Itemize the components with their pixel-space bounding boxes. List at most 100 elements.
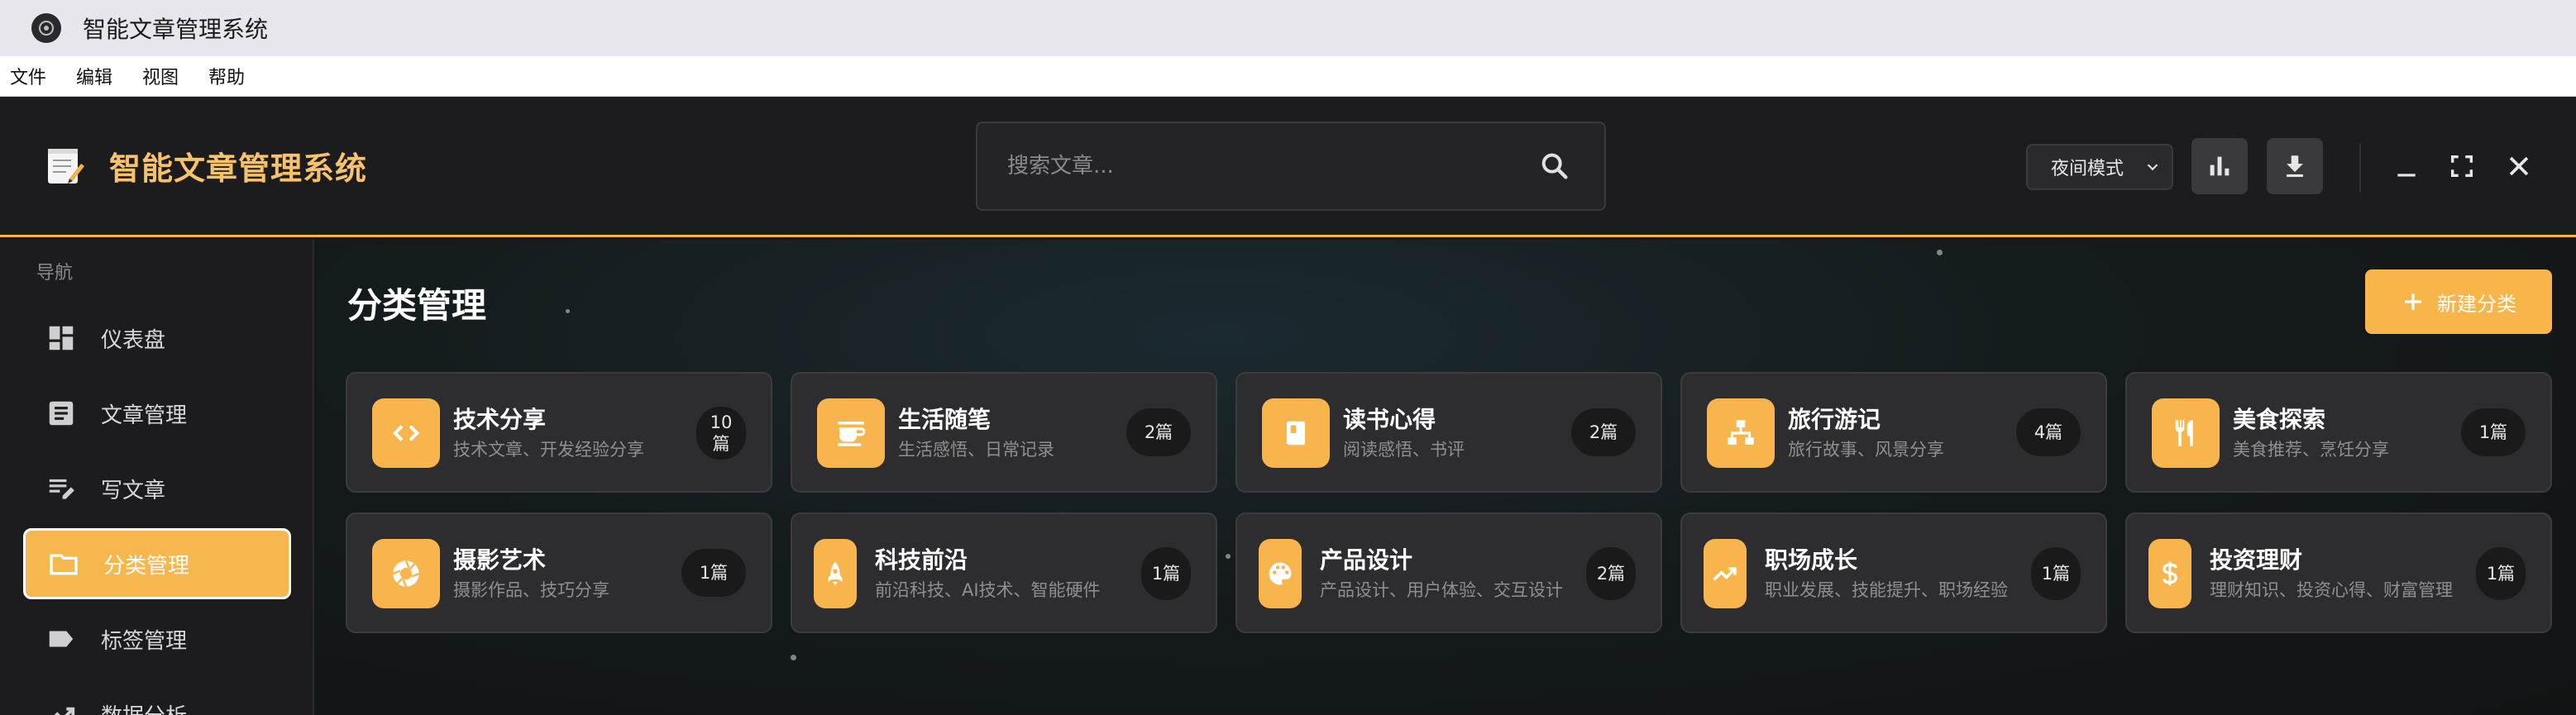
category-count-badge: 1篇 (681, 549, 746, 597)
category-title: 生活随笔 (898, 406, 992, 433)
category-count-badge: 10篇 (696, 407, 746, 460)
category-title: 科技前沿 (875, 546, 968, 574)
category-desc: 职业发展、技能提升、职场经验 (1765, 580, 2008, 600)
memo-icon (43, 145, 86, 188)
menu-view[interactable]: 视图 (142, 63, 179, 89)
category-title: 产品设计 (1320, 546, 1413, 574)
category-title: 旅行游记 (1788, 406, 1881, 433)
maximize-button[interactable] (2442, 146, 2482, 186)
chevron-down-icon (2147, 164, 2158, 171)
rocket-icon (814, 539, 857, 608)
sidebar-item-analytics[interactable]: 数据分析 (23, 679, 291, 715)
decor-dot (791, 655, 796, 660)
theme-mode-select[interactable]: 夜间模式 (2026, 144, 2173, 190)
export-button[interactable] (2267, 138, 2323, 194)
category-desc: 阅读感悟、书评 (1343, 440, 1465, 460)
search-icon[interactable] (1530, 141, 1580, 191)
category-card[interactable]: 美食探索 美食推荐、烹饪分享 1篇 (2125, 372, 2552, 493)
category-count-badge: 1篇 (1141, 547, 1191, 600)
menu-file[interactable]: 文件 (10, 63, 46, 89)
tag-icon (43, 621, 79, 657)
minimize-button[interactable] (2387, 146, 2426, 186)
category-count-badge: 1篇 (2476, 547, 2526, 600)
palette-icon (1259, 539, 1302, 608)
category-card[interactable]: 产品设计 产品设计、用户体验、交互设计 2篇 (1235, 512, 1662, 633)
stats-button[interactable] (2191, 138, 2248, 194)
category-title: 技术分享 (453, 406, 547, 433)
book-icon (1262, 398, 1330, 468)
folder-icon (45, 546, 82, 582)
category-desc: 产品设计、用户体验、交互设计 (1320, 580, 1563, 600)
sidebar-item-tags[interactable]: 标签管理 (23, 603, 291, 674)
code-icon (372, 398, 440, 468)
decor-dot (566, 309, 570, 313)
search-input[interactable] (1007, 154, 1530, 179)
category-desc: 前沿科技、AI技术、智能硬件 (875, 580, 1101, 600)
decor-dot (1226, 554, 1231, 559)
camera-icon (372, 539, 440, 608)
category-desc: 技术文章、开发经验分享 (453, 440, 644, 460)
category-title: 美食探索 (2233, 406, 2326, 433)
sidebar-item-categories[interactable]: 分类管理 (23, 528, 291, 599)
category-card[interactable]: 读书心得 阅读感悟、书评 2篇 (1235, 372, 1662, 493)
plus-icon (2405, 293, 2421, 310)
dashboard-icon (43, 320, 79, 356)
category-count-badge: 4篇 (2016, 408, 2081, 456)
dollar-icon (2148, 539, 2191, 608)
menubar: 文件 编辑 视图 帮助 (0, 56, 2576, 97)
close-button[interactable] (2499, 146, 2539, 186)
sidebar-item-articles[interactable]: 文章管理 (23, 378, 291, 449)
category-card[interactable]: 生活随笔 生活感悟、日常记录 2篇 (791, 372, 1217, 493)
sidebar-item-write[interactable]: 写文章 (23, 453, 291, 524)
category-card[interactable]: 职场成长 职业发展、技能提升、职场经验 1篇 (1680, 512, 2107, 633)
close-icon (2509, 156, 2529, 176)
nav-section-label: 导航 (36, 263, 74, 284)
category-count-badge: 1篇 (2031, 547, 2081, 600)
minimize-icon (2397, 174, 2416, 177)
menu-edit[interactable]: 编辑 (76, 63, 112, 89)
category-desc: 生活感悟、日常记录 (898, 440, 1054, 460)
search-box (976, 122, 1606, 211)
category-card[interactable]: 摄影艺术 摄影作品、技巧分享 1篇 (346, 512, 772, 633)
category-card[interactable]: 旅行游记 旅行故事、风景分享 4篇 (1680, 372, 2107, 493)
sidebar-item-dashboard[interactable]: 仪表盘 (23, 303, 291, 374)
category-card[interactable]: 投资理财 理财知识、投资心得、财富管理 1篇 (2125, 512, 2552, 633)
sidebar-item-label: 标签管理 (101, 628, 188, 654)
category-card[interactable]: 技术分享 技术文章、开发经验分享 10篇 (346, 372, 772, 493)
window-controls-divider (2359, 143, 2361, 193)
category-desc: 美食推荐、烹饪分享 (2233, 440, 2389, 460)
category-count-badge: 2篇 (1586, 547, 1636, 600)
category-title: 摄影艺术 (453, 546, 547, 574)
new-category-label: 新建分类 (2437, 292, 2516, 316)
article-icon (43, 395, 79, 431)
sidebar: 导航 仪表盘 文章管理 写文章 分类管理 标签管理 数据分析 (0, 240, 314, 715)
sidebar-item-label: 仪表盘 (101, 327, 166, 353)
app-icon (31, 13, 61, 43)
edit-note-icon (43, 470, 79, 507)
sidebar-item-label: 分类管理 (103, 553, 190, 579)
brand: 智能文章管理系统 (43, 143, 367, 188)
category-count-badge: 2篇 (1126, 408, 1191, 456)
category-desc: 理财知识、投资心得、财富管理 (2210, 580, 2453, 600)
new-category-button[interactable]: 新建分类 (2365, 269, 2552, 334)
sidebar-item-label: 文章管理 (101, 403, 188, 428)
page-title: 分类管理 (347, 285, 487, 326)
sidebar-item-label: 写文章 (101, 478, 166, 503)
download-icon (2287, 155, 2303, 178)
bar-chart-icon (2210, 156, 2230, 176)
window-title: 智能文章管理系统 (83, 16, 269, 43)
decor-dot (1937, 250, 1943, 255)
trending-up-icon (1704, 539, 1747, 608)
category-count-badge: 1篇 (2461, 408, 2526, 456)
main-content: 分类管理 新建分类 技术分享 技术文章、开发经验分享 10篇 生活随笔 生活感悟… (316, 240, 2576, 715)
sitemap-icon (1707, 398, 1775, 468)
category-title: 投资理财 (2210, 546, 2303, 574)
category-desc: 摄影作品、技巧分享 (453, 580, 609, 600)
category-count-badge: 2篇 (1571, 408, 1636, 456)
fullscreen-icon (2450, 155, 2473, 178)
category-title: 职场成长 (1765, 546, 1858, 574)
menu-help[interactable]: 帮助 (208, 63, 245, 89)
category-card[interactable]: 科技前沿 前沿科技、AI技术、智能硬件 1篇 (791, 512, 1217, 633)
brand-title: 智能文章管理系统 (109, 150, 368, 187)
restaurant-icon (2152, 398, 2220, 468)
